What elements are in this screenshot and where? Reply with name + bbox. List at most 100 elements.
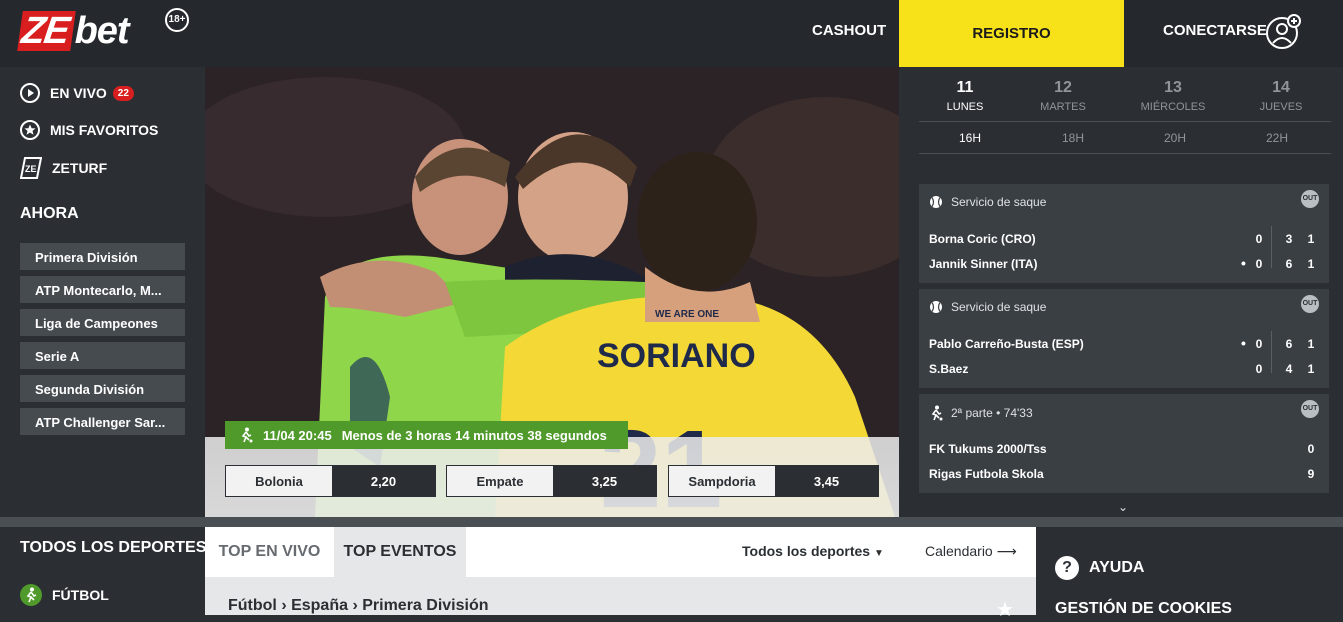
card-status-text: Servicio de saque: [951, 195, 1047, 209]
day-number: 12: [1054, 79, 1072, 96]
sidebar-item-en-vivo[interactable]: EN VIVO 22: [20, 83, 134, 103]
section-divider: [0, 517, 1343, 527]
odd-home-button[interactable]: Bolonia 2,20: [225, 465, 436, 497]
tennis-ball-icon: [930, 196, 942, 208]
live-match-card[interactable]: 2ª parte • 74'33 OUT FK Tukums 2000/Tss …: [919, 394, 1329, 493]
all-sports-heading: TODOS LOS DEPORTES: [20, 539, 207, 556]
team-row: Rigas Futbola Skola 9: [929, 467, 1317, 481]
star-icon: [20, 120, 40, 140]
player-name: Jannik Sinner (ITA): [929, 257, 1038, 271]
odds-row: Bolonia 2,20 Empate 3,25 Sampdoria 3,45: [205, 437, 899, 517]
score-cell: 6: [1285, 257, 1293, 271]
live-match-card[interactable]: Servicio de saque OUT Pablo Carreño-Bust…: [919, 289, 1329, 388]
hour-tab[interactable]: 16H: [930, 131, 1010, 145]
login-link[interactable]: CONECTARSE: [1163, 22, 1267, 39]
cashout-badge-icon: OUT: [1301, 190, 1319, 208]
day-tab[interactable]: 12 MARTES: [1013, 79, 1113, 113]
svg-text:ZE: ZE: [25, 164, 37, 174]
live-match-card[interactable]: Servicio de saque OUT Borna Coric (CRO) …: [919, 184, 1329, 283]
logo-bet: bet: [74, 10, 130, 52]
help-link[interactable]: ? AYUDA: [1055, 556, 1144, 580]
league-link[interactable]: ATP Montecarlo, M...: [20, 276, 185, 303]
sports-filter-dropdown[interactable]: Todos los deportes ▼: [742, 543, 884, 559]
score-cell: 0: [1255, 337, 1263, 351]
football-player-icon: [241, 427, 253, 443]
football-player-icon: [931, 405, 943, 421]
card-status: Servicio de saque: [929, 195, 1046, 209]
player-name: Borna Coric (CRO): [929, 232, 1036, 246]
league-link[interactable]: Primera División: [20, 243, 185, 270]
player-row: Pablo Carreño-Busta (ESP) • 0 6 1: [929, 335, 1317, 351]
tennis-ball-icon: [930, 301, 942, 313]
sidebar-item-zeturf[interactable]: ZE ZETURF: [20, 157, 107, 179]
day-number: 11: [956, 79, 974, 96]
odd-draw-button[interactable]: Empate 3,25: [446, 465, 657, 497]
day-tab[interactable]: 14 JUEVES: [1231, 79, 1331, 113]
match-time-bar: 11/04 20:45 Menos de 3 horas 14 minutos …: [225, 421, 628, 449]
odd-away-button[interactable]: Sampdoria 3,45: [668, 465, 879, 497]
ahora-heading: AHORA: [20, 205, 79, 222]
score-cell: 1: [1307, 362, 1315, 376]
tab-top-en-vivo[interactable]: TOP EN VIVO: [205, 527, 334, 577]
score-cell: 1: [1307, 232, 1315, 246]
cookies-link[interactable]: GESTIÓN DE COOKIES: [1055, 600, 1232, 618]
odd-value: 3,45: [775, 466, 878, 496]
football-icon: [20, 584, 42, 606]
score-divider: [1271, 331, 1272, 373]
league-link[interactable]: Segunda División: [20, 375, 185, 402]
hour-tab[interactable]: 18H: [1033, 131, 1113, 145]
svg-text:WE ARE ONE: WE ARE ONE: [655, 309, 719, 320]
help-label: AYUDA: [1089, 559, 1145, 576]
day-label: MIÉRCOLES: [1140, 101, 1206, 113]
caret-down-icon: ▼: [873, 548, 884, 559]
cashout-badge-icon: OUT: [1301, 295, 1319, 313]
sport-item-futbol[interactable]: FÚTBOL: [20, 584, 109, 606]
calendario-link[interactable]: Calendario ⟶: [925, 543, 1017, 560]
play-icon: [20, 83, 40, 103]
odd-label: Bolonia: [255, 473, 303, 489]
favoritos-label: MIS FAVORITOS: [50, 122, 159, 138]
favorite-star-icon[interactable]: ★: [996, 597, 1014, 622]
sidebar: EN VIVO 22 MIS FAVORITOS ZE ZETURF AHORA…: [0, 67, 205, 517]
calendario-label: Calendario: [925, 543, 993, 559]
day-tab[interactable]: 11 LUNES: [915, 79, 1015, 113]
hour-tab[interactable]: 22H: [1237, 131, 1317, 145]
player-row: S.Baez 0 4 1: [929, 362, 1317, 376]
svg-text:SORIANO: SORIANO: [597, 337, 756, 375]
zebet-logo[interactable]: ZE bet 18+: [17, 8, 189, 52]
player-name: S.Baez: [929, 362, 969, 376]
odd-label: Empate: [476, 473, 524, 489]
hours-row: 16H 18H 20H 22H: [919, 121, 1331, 154]
cashout-badge-icon: OUT: [1301, 400, 1319, 418]
registro-button[interactable]: REGISTRO: [899, 0, 1124, 67]
arrow-right-icon: ⟶: [996, 543, 1017, 559]
breadcrumb-text[interactable]: Fútbol › España › Primera División: [228, 597, 489, 615]
team-name: Rigas Futbola Skola: [929, 467, 1044, 481]
en-vivo-label: EN VIVO: [50, 85, 107, 101]
cashout-link[interactable]: CASHOUT: [812, 22, 886, 39]
tab-top-eventos[interactable]: TOP EVENTOS: [334, 527, 466, 577]
day-number: 13: [1164, 79, 1182, 96]
featured-match-banner[interactable]: SORIANO WE ARE ONE 21 Bolonia 2,20 Empat…: [205, 67, 899, 517]
odd-value: 3,25: [553, 466, 656, 496]
serving-indicator: •: [1241, 335, 1246, 351]
chevron-down-icon[interactable]: ⌄: [1118, 500, 1128, 514]
league-link[interactable]: Serie A: [20, 342, 185, 369]
league-link[interactable]: Liga de Campeones: [20, 309, 185, 336]
zeturf-icon: ZE: [20, 157, 42, 179]
team-name: FK Tukums 2000/Tss: [929, 442, 1047, 456]
events-panel: TOP EN VIVO TOP EVENTOS Todos los deport…: [205, 527, 1036, 621]
score-cell: 1: [1307, 337, 1315, 351]
day-tab[interactable]: 13 MIÉRCOLES: [1123, 79, 1223, 113]
score-cell: 0: [1255, 362, 1263, 376]
score-divider: [1271, 226, 1272, 268]
team-row: FK Tukums 2000/Tss 0: [929, 442, 1317, 456]
score-cell: 3: [1285, 232, 1293, 246]
day-number: 14: [1272, 79, 1290, 96]
odd-value: 2,20: [332, 466, 435, 496]
sidebar-item-favoritos[interactable]: MIS FAVORITOS: [20, 120, 158, 140]
day-label: JUEVES: [1259, 101, 1303, 113]
hour-tab[interactable]: 20H: [1135, 131, 1215, 145]
league-link[interactable]: ATP Challenger Sar...: [20, 408, 185, 435]
user-add-icon[interactable]: [1265, 14, 1301, 50]
